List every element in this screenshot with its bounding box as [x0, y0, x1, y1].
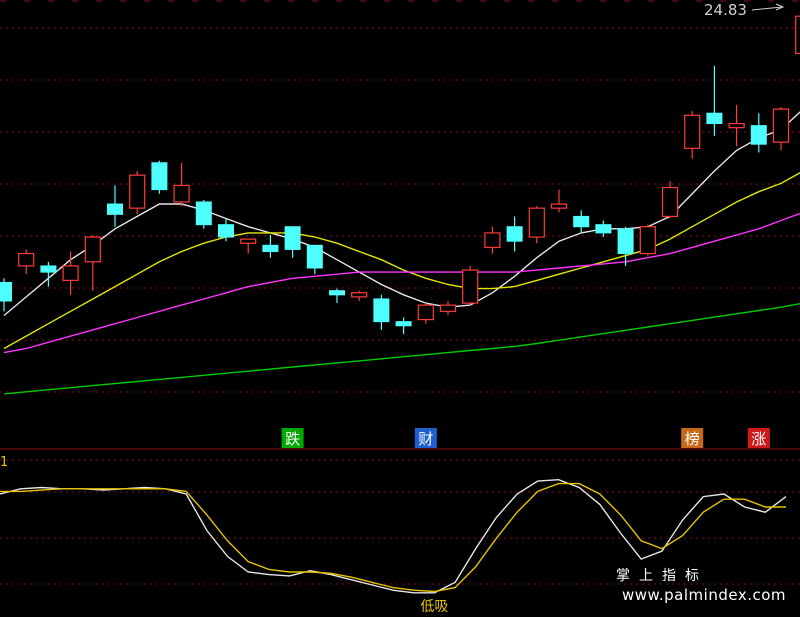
signal-tag: 财 — [414, 428, 437, 448]
osc-marker-label: 低吸 — [420, 599, 448, 613]
signal-tag: 榜 — [681, 428, 704, 448]
candle — [129, 171, 146, 215]
candle-body — [351, 292, 368, 298]
watermark-chinese: 掌上指标 — [616, 568, 708, 584]
candle-body — [661, 186, 679, 218]
signal-tag: 涨 — [747, 428, 770, 448]
signal-tag-text: 跌 — [285, 430, 300, 448]
candle-body — [329, 290, 345, 296]
candle-body — [18, 252, 35, 267]
signal-tag-text: 财 — [418, 430, 433, 448]
candle-body — [151, 162, 168, 191]
candle-body — [173, 184, 190, 203]
candle-body — [439, 304, 457, 312]
watermark-url: www.palmindex.com — [621, 586, 786, 604]
candle-body — [462, 269, 479, 304]
candle-body — [129, 174, 146, 209]
candle-body — [218, 224, 234, 238]
top-price-label: 24.83 — [704, 1, 747, 19]
candle-body — [195, 201, 212, 226]
candle-body — [262, 244, 279, 252]
signal-tag-text: 榜 — [685, 430, 700, 448]
candle-body — [750, 125, 767, 145]
candle-body — [62, 265, 79, 281]
candle-body — [728, 122, 745, 129]
candle-body — [484, 232, 501, 248]
candle-body — [595, 224, 612, 234]
candle-body — [40, 265, 57, 273]
chart-svg: 跌 财 榜 涨 低吸 24.83 1 — [0, 0, 800, 615]
candle-body — [395, 321, 412, 327]
candle — [795, 15, 800, 54]
candle-body — [706, 112, 723, 125]
candle-body — [284, 226, 301, 250]
candle-body — [617, 228, 634, 255]
candle-body — [684, 114, 701, 149]
candle-body — [373, 298, 390, 323]
candle-body — [306, 244, 323, 269]
candle-body — [639, 226, 656, 255]
candle-body — [0, 281, 12, 302]
candle-body — [84, 236, 101, 263]
candle-body — [107, 203, 123, 215]
signal-tag: 跌 — [281, 428, 304, 448]
candle-body — [528, 207, 545, 238]
candle — [151, 160, 168, 194]
candle — [195, 199, 212, 229]
osc-axis-label: 1 — [0, 455, 8, 470]
candle-body — [772, 108, 790, 143]
candle-body — [573, 215, 590, 228]
candle-body — [550, 203, 568, 209]
stock-chart: 跌 财 榜 涨 低吸 24.83 1 掌上指标 www.palmindex.com — [0, 0, 800, 615]
candle — [639, 224, 656, 256]
candle-body — [417, 304, 434, 321]
signal-tag-text: 涨 — [751, 430, 766, 448]
candle-body — [506, 226, 523, 242]
candle — [462, 265, 479, 306]
candle-body — [240, 238, 257, 244]
candle-body — [795, 15, 800, 54]
